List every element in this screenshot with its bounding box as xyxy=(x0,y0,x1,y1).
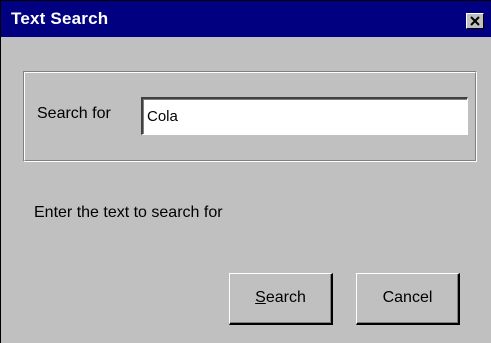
text-search-dialog: Text Search Search for Enter the text to… xyxy=(0,0,491,343)
title-bar[interactable]: Text Search xyxy=(1,1,491,38)
cancel-button[interactable]: Cancel xyxy=(356,273,460,325)
search-button[interactable]: Search xyxy=(229,273,333,325)
search-input[interactable] xyxy=(141,97,468,135)
close-button[interactable] xyxy=(466,13,484,29)
hint-text: Enter the text to search for xyxy=(34,204,223,221)
dialog-title: Text Search xyxy=(11,9,109,28)
close-x-icon xyxy=(470,16,480,26)
search-for-label: Search for xyxy=(37,105,111,122)
